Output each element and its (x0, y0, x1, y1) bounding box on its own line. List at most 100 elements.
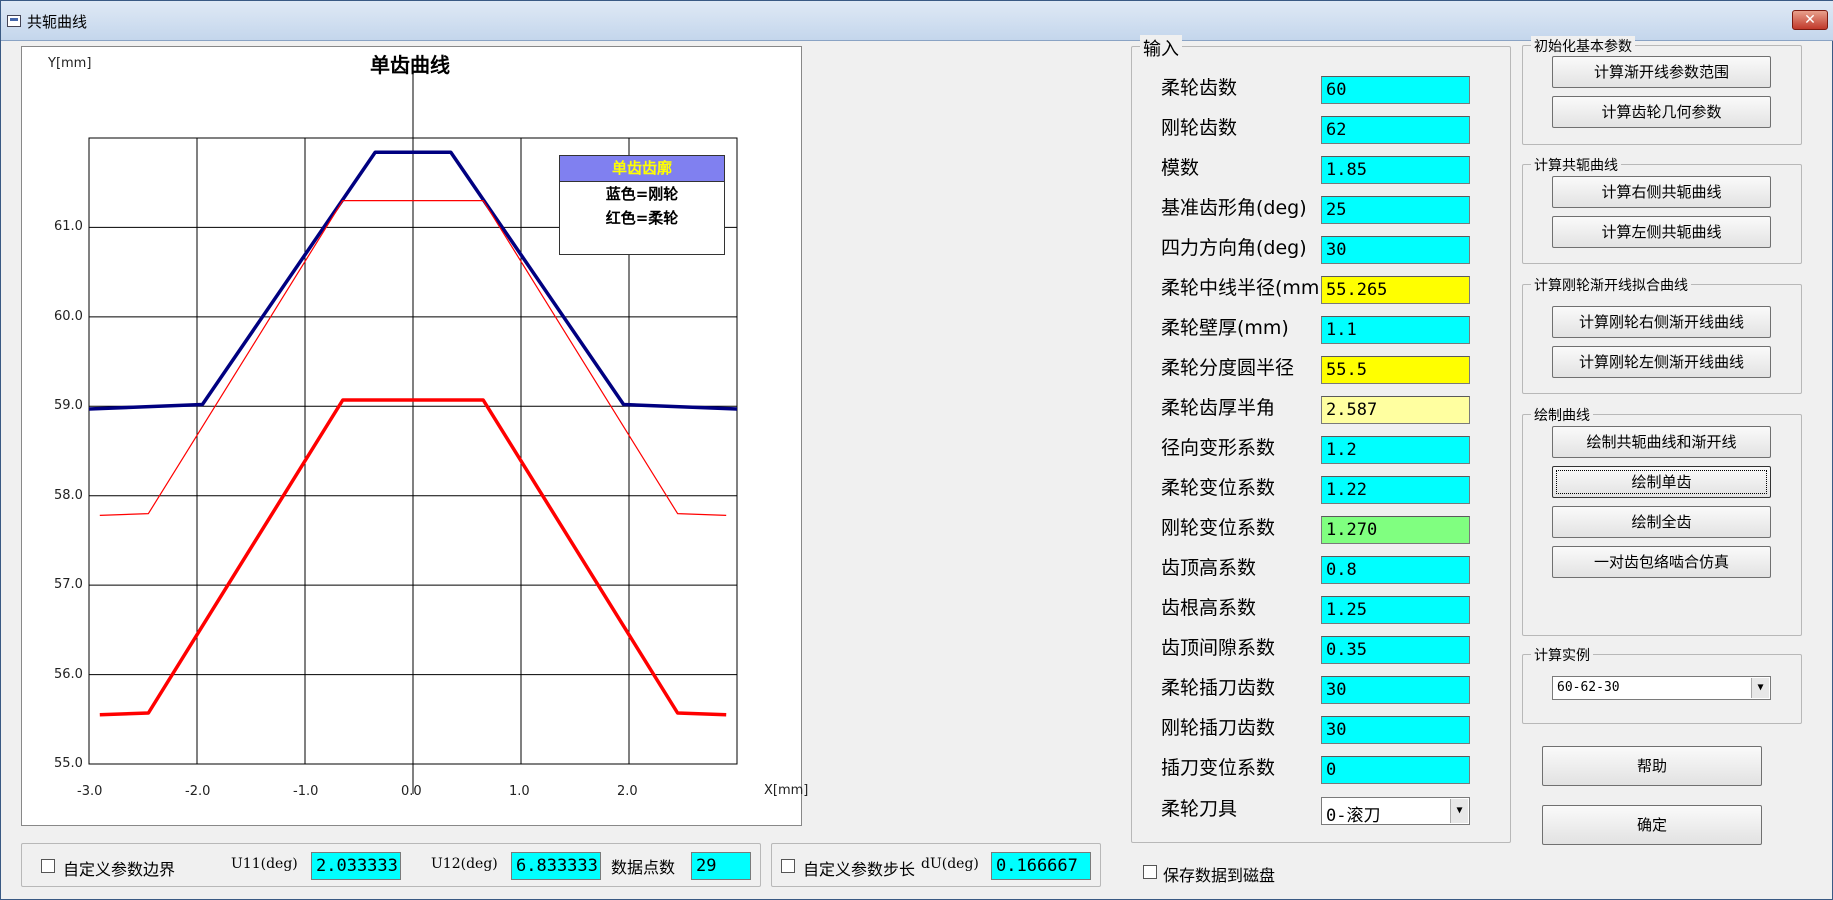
help-button[interactable]: 帮助 (1542, 746, 1762, 786)
custom-step-label: 自定义参数步长 (803, 860, 916, 879)
example-select[interactable]: 60-62-30 ▼ (1552, 676, 1771, 700)
field-input[interactable]: 60 (1321, 76, 1470, 104)
draw-conj-involute-button[interactable]: 绘制共轭曲线和渐开线 (1552, 426, 1771, 458)
field-input[interactable]: 62 (1321, 116, 1470, 144)
field-label: 齿顶高系数 (1161, 557, 1257, 579)
field-label: 刚轮插刀齿数 (1161, 717, 1276, 739)
y-tick-label: 58.0 (54, 487, 83, 503)
legend-item-blue: 蓝色=刚轮 (605, 185, 679, 203)
legend-header: 单齿齿廓 (560, 156, 724, 182)
x-tick-label: -2.0 (185, 784, 211, 799)
x-tick-label: -1.0 (293, 784, 319, 799)
field-label: 柔轮插刀齿数 (1161, 677, 1276, 699)
y-tick-label: 55.0 (54, 756, 83, 771)
field-label: 柔轮分度圆半径 (1161, 357, 1295, 379)
init-group-title: 初始化基本参数 (1531, 36, 1635, 56)
x-tick-label: 1.0 (509, 784, 530, 799)
chart-legend: 单齿齿廓 蓝色=刚轮 红色=柔轮 (559, 155, 725, 255)
field-label: 柔轮齿厚半角 (1161, 397, 1276, 419)
mesh-simulation-button[interactable]: 一对齿包络啮合仿真 (1552, 546, 1771, 578)
field-input[interactable]: 30 (1321, 676, 1470, 704)
field-input[interactable]: 1.1 (1321, 316, 1470, 344)
field-label: 齿根高系数 (1161, 597, 1257, 619)
field-input[interactable]: 0.8 (1321, 556, 1470, 584)
x-axis-label: X[mm] (764, 783, 809, 798)
draw-group-title: 绘制曲线 (1531, 405, 1593, 425)
field-label: 刚轮齿数 (1161, 117, 1238, 139)
calc-right-conj-button[interactable]: 计算右侧共轭曲线 (1552, 176, 1771, 208)
field-input[interactable]: 55.5 (1321, 356, 1470, 384)
field-input[interactable]: 0.35 (1321, 636, 1470, 664)
x-tick-label: 2.0 (617, 784, 638, 799)
field-input[interactable]: 1.85 (1321, 156, 1470, 184)
field-input[interactable]: 30 (1321, 716, 1470, 744)
u12-label: U12(deg) (431, 856, 498, 872)
field-label: 基准齿形角(deg) (1161, 197, 1307, 219)
custom-bounds-checkbox[interactable] (41, 859, 55, 873)
tool-select-value: 0-滚刀 (1326, 806, 1381, 826)
window-title: 共轭曲线 (27, 13, 88, 31)
points-input[interactable]: 29 (691, 852, 751, 880)
calc-right-involute-button[interactable]: 计算刚轮右侧渐开线曲线 (1552, 306, 1771, 338)
example-select-value: 60-62-30 (1557, 680, 1620, 695)
u11-input[interactable]: 2.033333 (311, 852, 401, 880)
field-input[interactable]: 25 (1321, 196, 1470, 224)
field-label: 齿顶间隙系数 (1161, 637, 1276, 659)
input-group-title: 输入 (1140, 35, 1182, 61)
calc-left-involute-button[interactable]: 计算刚轮左侧渐开线曲线 (1552, 346, 1771, 378)
u12-input[interactable]: 6.833333 (511, 852, 601, 880)
chevron-down-icon[interactable]: ▼ (1450, 799, 1468, 823)
x-tick-label: 0.0 (401, 784, 422, 799)
field-input[interactable]: 1.270 (1321, 516, 1470, 544)
save-data-checkbox[interactable] (1143, 865, 1157, 879)
calc-gear-geometry-button[interactable]: 计算齿轮几何参数 (1552, 96, 1771, 128)
field-input[interactable]: 2.587 (1321, 396, 1470, 424)
example-group-title: 计算实例 (1531, 645, 1593, 665)
tool-label: 柔轮刀具 (1161, 798, 1238, 820)
du-input[interactable]: 0.166667 (991, 852, 1091, 880)
field-label: 模数 (1161, 157, 1200, 179)
tool-select[interactable]: 0-滚刀 ▼ (1321, 797, 1470, 826)
custom-bounds-label: 自定义参数边界 (63, 860, 176, 879)
field-label: 柔轮壁厚(mm) (1161, 317, 1289, 339)
x-tick-label: -3.0 (77, 784, 103, 799)
title-bar: 共轭曲线 ✕ (1, 1, 1833, 41)
field-label: 刚轮变位系数 (1161, 517, 1276, 539)
y-tick-label: 60.0 (54, 308, 83, 324)
field-input[interactable]: 1.22 (1321, 476, 1470, 504)
field-label: 四力方向角(deg) (1161, 237, 1307, 259)
field-input[interactable]: 0 (1321, 756, 1470, 784)
close-button[interactable]: ✕ (1792, 10, 1828, 30)
field-input[interactable]: 55.265 (1321, 276, 1470, 304)
calc-left-conj-button[interactable]: 计算左侧共轭曲线 (1552, 216, 1771, 248)
y-tick-label: 56.0 (54, 666, 83, 682)
du-label: dU(deg) (921, 856, 979, 872)
y-tick-label: 61.0 (54, 219, 83, 235)
field-label: 柔轮齿数 (1161, 77, 1238, 99)
draw-single-tooth-button[interactable]: 绘制单齿 (1552, 466, 1771, 498)
custom-step-checkbox[interactable] (781, 859, 795, 873)
field-input[interactable]: 30 (1321, 236, 1470, 264)
field-label: 插刀变位系数 (1161, 757, 1276, 779)
plot-panel: Y[mm] X[mm] 单齿曲线 -3.0 -2.0 -1.0 0.0 1.0 2.0 61… (21, 46, 808, 826)
focus-ring (1556, 470, 1767, 494)
chevron-down-icon[interactable]: ▼ (1751, 678, 1769, 698)
y-tick-label: 57.0 (54, 577, 83, 593)
chart-title: 单齿曲线 (370, 53, 450, 77)
ok-button[interactable]: 确定 (1542, 805, 1762, 845)
draw-full-teeth-button[interactable]: 绘制全齿 (1552, 506, 1771, 538)
save-data-label: 保存数据到磁盘 (1163, 866, 1276, 885)
calc-involute-range-button[interactable]: 计算渐开线参数范围 (1552, 56, 1771, 88)
conj-group-title: 计算共轭曲线 (1531, 155, 1621, 175)
field-label: 柔轮变位系数 (1161, 477, 1276, 499)
field-input[interactable]: 1.2 (1321, 436, 1470, 464)
legend-item-red: 红色=柔轮 (605, 209, 679, 227)
field-label: 径向变形系数 (1161, 437, 1276, 459)
app-icon (7, 15, 21, 27)
u11-label: U11(deg) (231, 856, 298, 872)
field-input[interactable]: 1.25 (1321, 596, 1470, 624)
field-label: 柔轮中线半径(mm) (1161, 277, 1327, 299)
y-tick-label: 59.0 (54, 398, 83, 414)
fit-group-title: 计算刚轮渐开线拟合曲线 (1531, 275, 1691, 295)
main-window: 共轭曲线 ✕ Y[mm] X[mm] 单齿曲线 -3.0 -2.0 -1.0 0.0 1… (0, 0, 1833, 900)
